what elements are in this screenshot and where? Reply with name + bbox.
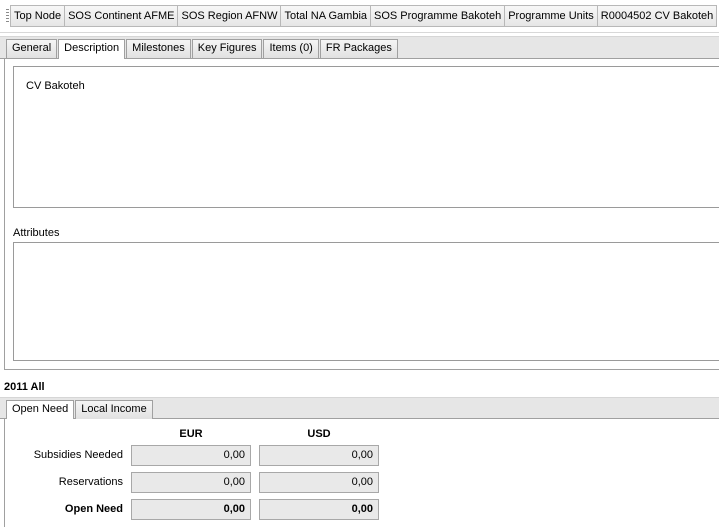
tab-open-need[interactable]: Open Need (6, 400, 75, 420)
tab-general[interactable]: General (6, 39, 58, 58)
tab-milestones[interactable]: Milestones (126, 39, 191, 58)
breadcrumb: Top Node SOS Continent AFME SOS Region A… (0, 0, 719, 33)
detail-tab-bar: General Description Milestones Key Figur… (0, 36, 719, 59)
subsidies-needed-usd-field[interactable]: 0,00 (259, 445, 379, 466)
open-need-label: Open Need (64, 503, 123, 515)
finance-tab-bar: Open Need Local Income (0, 397, 719, 420)
tab-fr-packages[interactable]: FR Packages (319, 39, 398, 58)
reservations-label: Reservations (58, 476, 123, 488)
breadcrumb-item-programme-units[interactable]: Programme Units (504, 5, 597, 27)
description-text: CV Bakoteh (26, 80, 85, 92)
breadcrumb-item-national-association[interactable]: Total NA Gambia (280, 5, 371, 27)
tab-key-figures[interactable]: Key Figures (191, 39, 263, 58)
breadcrumb-item-programme[interactable]: SOS Programme Bakoteh (370, 5, 505, 27)
attributes-textarea[interactable] (13, 242, 719, 361)
open-need-eur-field[interactable]: 0,00 (131, 499, 251, 520)
reservations-eur-field[interactable]: 0,00 (131, 472, 251, 493)
open-need-usd-field[interactable]: 0,00 (259, 499, 379, 520)
toolbar-grip-icon[interactable] (6, 9, 9, 23)
column-header-usd: USD (307, 428, 331, 440)
subsidies-needed-label: Subsidies Needed (33, 449, 123, 461)
breadcrumb-item-region[interactable]: SOS Region AFNW (177, 5, 281, 27)
breadcrumb-item-continent[interactable]: SOS Continent AFME (64, 5, 178, 27)
breadcrumb-item-top-node[interactable]: Top Node (10, 5, 65, 27)
tab-description[interactable]: Description (58, 39, 126, 59)
breadcrumb-items: Top Node SOS Continent AFME SOS Region A… (10, 5, 718, 27)
breadcrumb-item-unit[interactable]: R0004502 CV Bakoteh (596, 5, 718, 27)
subsidies-needed-eur-field[interactable]: 0,00 (131, 445, 251, 466)
column-header-eur: EUR (179, 428, 203, 440)
reservations-usd-field[interactable]: 0,00 (259, 472, 379, 493)
tab-local-income[interactable]: Local Income (75, 400, 153, 419)
description-textarea[interactable]: CV Bakoteh (13, 66, 719, 208)
tab-items[interactable]: Items (0) (263, 39, 319, 58)
attributes-label: Attributes (13, 227, 60, 239)
year-heading: 2011 All (4, 381, 45, 393)
